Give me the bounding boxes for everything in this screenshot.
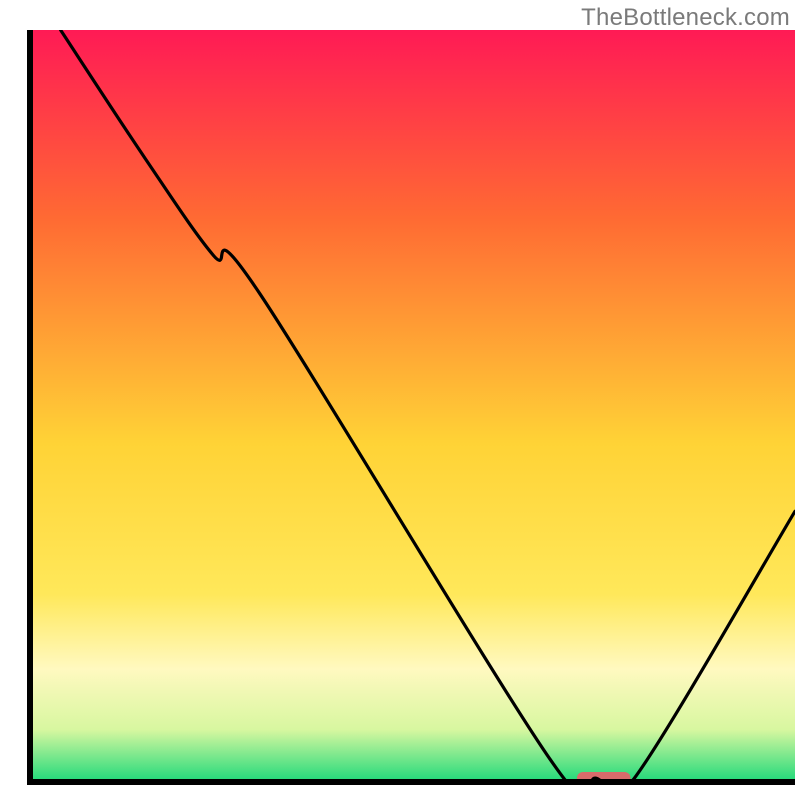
bottleneck-chart [0, 0, 800, 800]
chart-stage: TheBottleneck.com [0, 0, 800, 800]
watermark-text: TheBottleneck.com [581, 4, 790, 32]
gradient-background [30, 30, 795, 782]
